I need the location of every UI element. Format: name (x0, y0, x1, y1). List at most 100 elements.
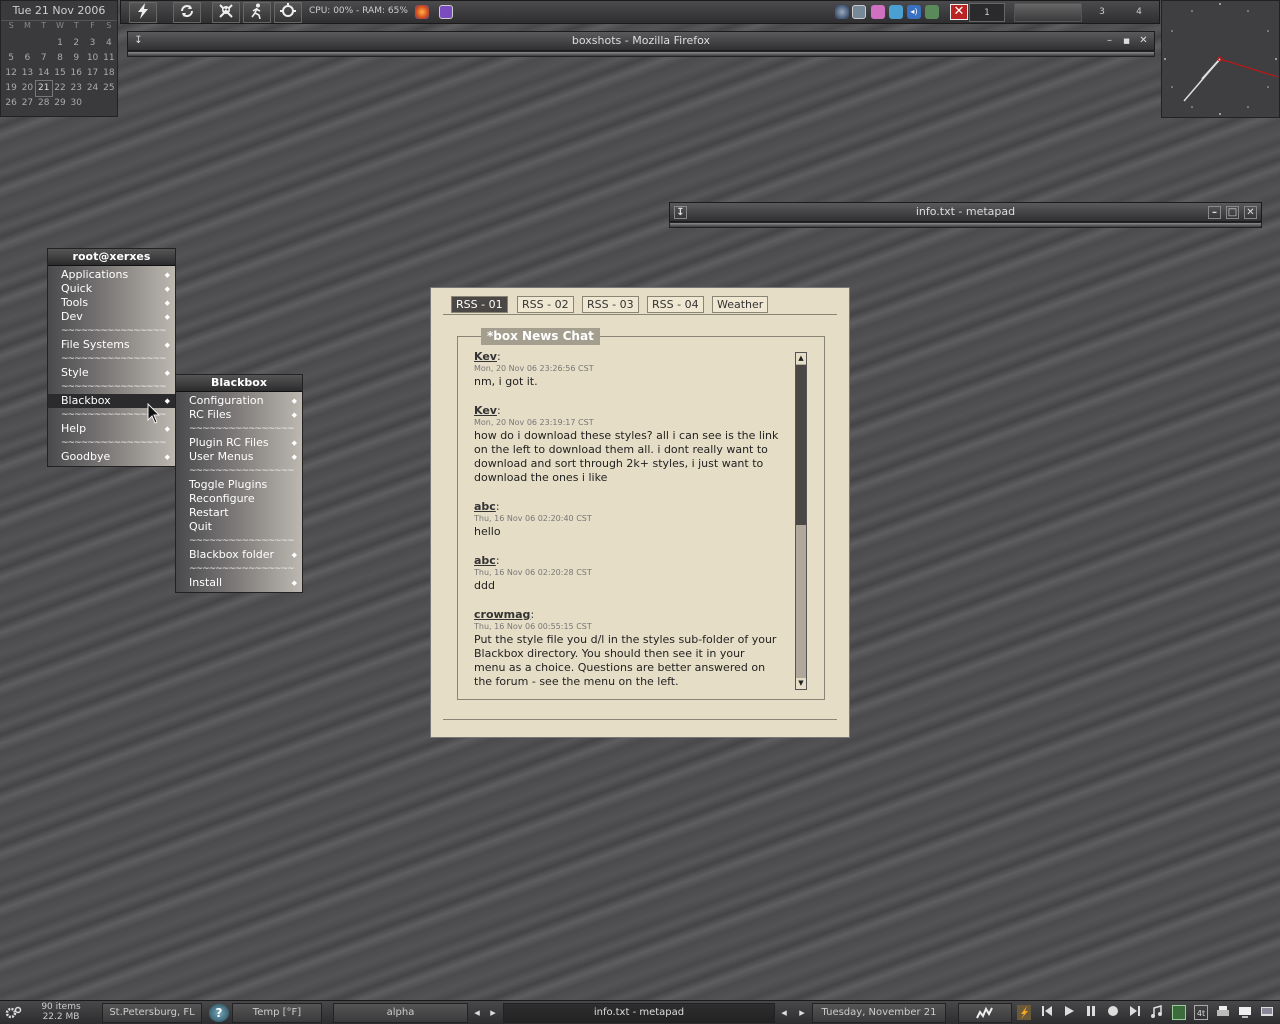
root-menu-item-dev[interactable]: Dev ◆ (48, 310, 175, 324)
calendar-day[interactable]: 3 (84, 36, 100, 51)
stop-icon[interactable] (1106, 1005, 1120, 1020)
notepad-icon[interactable] (439, 5, 453, 19)
scroll-thumb[interactable] (796, 365, 806, 525)
calendar-day[interactable]: 30 (68, 96, 84, 111)
root-menu-item-applications[interactable]: Applications ◆ (48, 268, 175, 282)
minimize-button[interactable]: – (1103, 35, 1116, 48)
calendar-day[interactable]: 10 (84, 51, 100, 66)
blackbox-menu-item-install[interactable]: Install ◆ (176, 576, 302, 590)
skull-icon[interactable] (212, 2, 240, 23)
root-menu-item-quick[interactable]: Quick ◆ (48, 282, 175, 296)
calendar-day[interactable]: 8 (52, 51, 68, 66)
calendar-day[interactable]: 7 (36, 51, 52, 66)
calendar-day[interactable]: 6 (19, 51, 35, 66)
close-button[interactable]: ✕ (1137, 35, 1150, 48)
spinner-icon[interactable] (274, 2, 302, 23)
messenger-tray-icon[interactable] (889, 5, 903, 19)
shade-icon[interactable]: ↧ (674, 206, 687, 219)
calendar-day[interactable]: 24 (84, 81, 100, 96)
blackbox-menu-item-toggle-plugins[interactable]: Toggle Plugins (176, 478, 302, 492)
update-tray-icon[interactable] (925, 5, 939, 19)
blackbox-menu-item-blackbox-folder[interactable]: Blackbox folder ◆ (176, 548, 302, 562)
calendar-day[interactable]: 25 (101, 81, 117, 96)
media-tray-icon[interactable] (871, 5, 885, 19)
tab-rss-04[interactable]: RSS - 04 (647, 296, 704, 313)
winamp-icon[interactable] (1017, 1005, 1031, 1020)
gear-icon[interactable] (4, 1005, 22, 1020)
music-note-icon[interactable] (1150, 1005, 1164, 1020)
calendar-day[interactable]: 14 (36, 66, 52, 81)
minimize-button[interactable]: – (1208, 206, 1221, 219)
metapad-window-handle[interactable] (669, 222, 1262, 228)
runner-icon[interactable] (243, 2, 271, 23)
root-menu-item-style[interactable]: Style ◆ (48, 366, 175, 380)
firefox-window-handle[interactable] (127, 51, 1155, 57)
workspace-2[interactable] (1014, 3, 1082, 22)
calendar-day[interactable]: 9 (68, 51, 84, 66)
workspace-4[interactable]: 4 (1126, 3, 1152, 22)
blackbox-menu-item-reconfigure[interactable]: Reconfigure (176, 492, 302, 506)
weather-location[interactable]: St.Petersburg, FL (102, 1003, 202, 1023)
post-author-link[interactable]: abc (474, 554, 496, 567)
refresh-icon[interactable] (173, 2, 201, 23)
pause-icon[interactable] (1084, 1005, 1098, 1020)
calendar-day[interactable]: 5 (3, 51, 19, 66)
volume-tray-icon[interactable]: ◂) (907, 5, 921, 19)
temperature-label[interactable]: Temp [°F] (232, 1003, 322, 1023)
calendar-day[interactable]: 17 (84, 66, 100, 81)
calendar-day[interactable]: 11 (101, 51, 117, 66)
spreadsheet-icon[interactable] (1172, 1005, 1186, 1020)
calendar-day[interactable]: 13 (19, 66, 35, 81)
calendar-day[interactable]: 27 (19, 96, 35, 111)
post-author-link[interactable]: abc (474, 500, 496, 513)
tab-rss-02[interactable]: RSS - 02 (517, 296, 574, 313)
media-visualizer[interactable] (958, 1003, 1012, 1023)
calendar-day[interactable]: 28 (36, 96, 52, 111)
tab-weather[interactable]: Weather (712, 296, 769, 313)
calendar-day[interactable]: 15 (52, 66, 68, 81)
play-icon[interactable] (1062, 1005, 1076, 1020)
blackbox-menu-item-plugin-rc-files[interactable]: Plugin RC Files ◆ (176, 436, 302, 450)
prev-task-icon[interactable]: ◂ (777, 1005, 791, 1020)
next-task-icon[interactable]: ▸ (795, 1005, 809, 1020)
tab-rss-03[interactable]: RSS - 03 (582, 296, 639, 313)
next-track-icon[interactable] (1128, 1005, 1142, 1020)
workspace-3[interactable]: 3 (1089, 3, 1115, 22)
blackbox-menu-item-user-menus[interactable]: User Menus ◆ (176, 450, 302, 464)
printer-icon[interactable] (1216, 1005, 1230, 1020)
active-task[interactable]: info.txt - metapad (503, 1003, 775, 1023)
firefox-icon[interactable] (415, 5, 429, 19)
feed-scrollbar[interactable]: ▲ ▼ (795, 352, 807, 690)
calendar-day[interactable]: 29 (52, 96, 68, 111)
calendar-day[interactable]: 23 (68, 81, 84, 96)
calendar-day[interactable]: 16 (68, 66, 84, 81)
close-all-button[interactable]: ✕ (950, 4, 968, 20)
prev-workspace-icon[interactable]: ◂ (470, 1005, 484, 1020)
maximize-button[interactable]: □ (1226, 206, 1239, 219)
previous-track-icon[interactable] (1040, 1005, 1054, 1020)
root-menu-item-tools[interactable]: Tools ◆ (48, 296, 175, 310)
calendar-day[interactable]: 20 (19, 81, 35, 96)
tab-rss-01[interactable]: RSS - 01 (451, 296, 508, 313)
calendar-day[interactable]: 19 (3, 81, 19, 96)
blackbox-menu-item-quit[interactable]: Quit (176, 520, 302, 534)
post-author-link[interactable]: crowmag (474, 608, 530, 621)
calendar-day[interactable]: 21 (34, 80, 53, 97)
workspace-label[interactable]: alpha (333, 1003, 468, 1023)
calendar-day[interactable]: 22 (52, 81, 68, 96)
calendar-day[interactable]: 26 (3, 96, 19, 111)
metapad-window-titlebar[interactable]: ↧ info.txt - metapad – □ ✕ (669, 202, 1262, 222)
monitor-icon[interactable] (1238, 1005, 1252, 1020)
post-author-link[interactable]: Kev (474, 350, 497, 363)
shade-icon[interactable]: ↧ (132, 35, 145, 48)
network-tray-icon[interactable] (835, 5, 849, 19)
lightning-icon[interactable] (129, 2, 157, 23)
next-workspace-icon[interactable]: ▸ (486, 1005, 500, 1020)
weather-icon[interactable]: ? (209, 1004, 229, 1022)
maximize-button[interactable]: ■ (1120, 35, 1133, 48)
calculator-icon[interactable]: 4t (1194, 1005, 1208, 1020)
calendar-day[interactable]: 4 (101, 36, 117, 51)
window-tray-icon[interactable] (852, 5, 866, 19)
blackbox-menu-item-restart[interactable]: Restart (176, 506, 302, 520)
post-author-link[interactable]: Kev (474, 404, 497, 417)
